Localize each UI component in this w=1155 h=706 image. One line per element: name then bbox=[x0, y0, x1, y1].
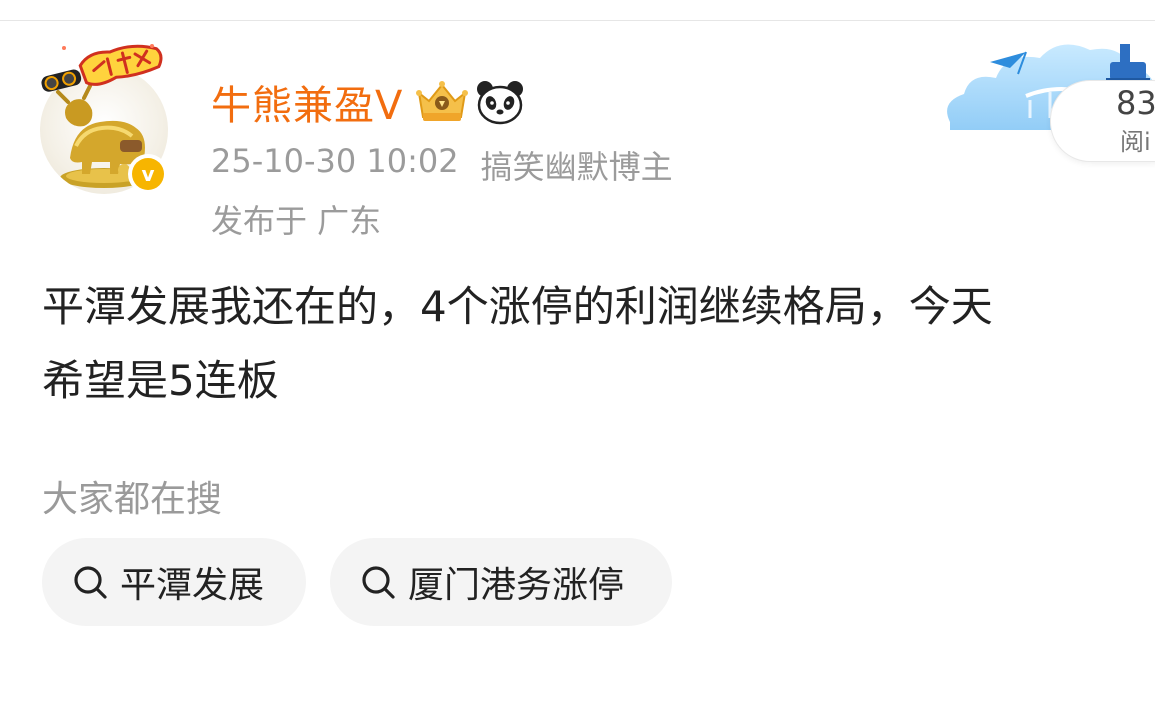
search-chip-label: 平潭发展 bbox=[120, 565, 265, 606]
post-body-line: 希望是5连板 bbox=[42, 356, 279, 405]
post-timestamp: 25-10-30 10:02 bbox=[211, 142, 459, 180]
search-icon bbox=[74, 566, 107, 599]
weibo-post-page: v 牛熊兼盈V 25-10-30 10:02 搞笑幽默博主 发布于 广东 83 … bbox=[0, 0, 1155, 706]
reads-label: 阅i bbox=[1120, 128, 1151, 156]
trending-search-title: 大家都在搜 bbox=[42, 479, 223, 520]
post-meta: 25-10-30 10:02 搞笑幽默博主 bbox=[211, 142, 673, 188]
search-icon bbox=[362, 566, 395, 599]
vip-crown-icon[interactable] bbox=[415, 79, 469, 125]
post-category[interactable]: 搞笑幽默博主 bbox=[481, 142, 673, 188]
panda-icon[interactable] bbox=[475, 79, 525, 125]
verified-badge: v bbox=[128, 154, 168, 194]
search-chip-pingtan[interactable]: 平潭发展 bbox=[42, 538, 306, 626]
avatar-sticker-icon bbox=[41, 44, 163, 92]
reads-count: 83 bbox=[1116, 84, 1155, 122]
post-body-line: 平潭发展我还在的，4个涨停的利润继续格局，今天 bbox=[42, 282, 993, 331]
verified-icon: v bbox=[132, 158, 164, 190]
top-divider bbox=[0, 20, 1155, 21]
username[interactable]: 牛熊兼盈V bbox=[211, 73, 403, 131]
search-chip-label: 厦门港务涨停 bbox=[408, 565, 625, 606]
username-row: 牛熊兼盈V bbox=[211, 74, 525, 130]
post-body: 平潭发展我还在的，4个涨停的利润继续格局，今天 希望是5连板 bbox=[42, 270, 1155, 418]
post-location: 发布于 广东 bbox=[211, 202, 382, 240]
search-chip-xiamen-port[interactable]: 厦门港务涨停 bbox=[330, 538, 672, 626]
